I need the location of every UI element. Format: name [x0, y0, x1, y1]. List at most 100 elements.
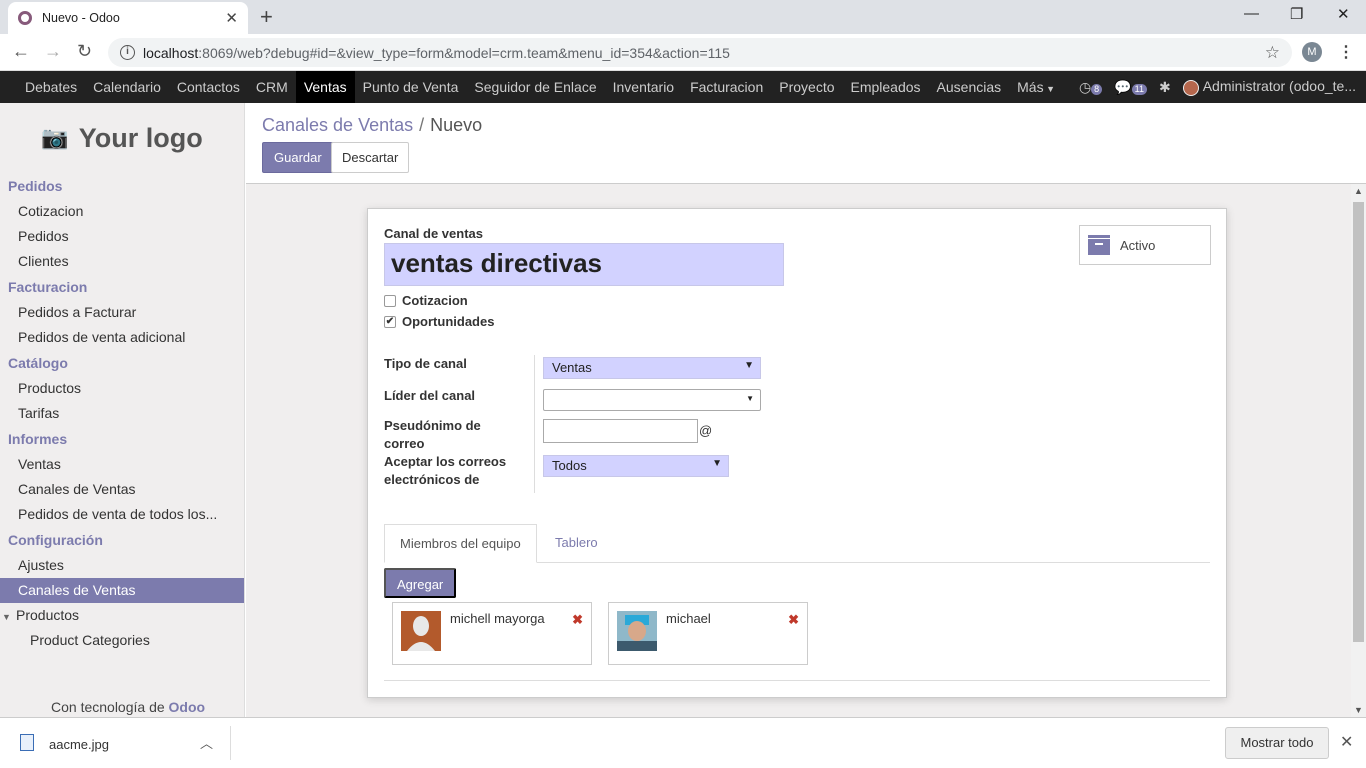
tab-tablero[interactable]: Tablero: [540, 524, 613, 563]
scroll-up-icon[interactable]: ▲: [1354, 186, 1363, 196]
oportunidades-checkbox[interactable]: ✔: [384, 315, 396, 328]
member-card[interactable]: michael ✖: [608, 602, 808, 665]
odoo-link[interactable]: Odoo: [169, 699, 206, 715]
sidebar-header-facturacion: Facturacion: [8, 279, 88, 295]
sidebar-item-informe-ventas[interactable]: Ventas: [0, 452, 244, 477]
browser-menu-icon[interactable]: ⋮: [1338, 42, 1354, 62]
bookmark-star-icon[interactable]: ☆: [1265, 43, 1280, 63]
sidebar-item-label: Productos: [16, 607, 80, 623]
window-close-icon[interactable]: ✕: [1337, 5, 1350, 23]
sidebar-item-informe-pedidos-todos[interactable]: Pedidos de venta de todos los...: [0, 502, 244, 527]
sidebar-item-ajustes[interactable]: Ajustes: [0, 553, 244, 578]
minimize-icon[interactable]: —: [1244, 5, 1259, 22]
sales-channel-name-input[interactable]: ventas directivas: [384, 243, 784, 286]
activity-badge: 8: [1091, 83, 1103, 95]
back-arrow-icon[interactable]: ←: [12, 41, 30, 62]
messages-indicator[interactable]: 💬 11: [1114, 79, 1147, 96]
new-tab-icon[interactable]: +: [260, 4, 273, 30]
active-toggle-button[interactable]: Activo: [1079, 225, 1211, 265]
lider-canal-label: Líder del canal: [384, 388, 476, 403]
aceptar-correos-select[interactable]: Todos ▼: [543, 455, 729, 477]
download-filename[interactable]: aacme.jpg: [49, 737, 109, 752]
close-icon[interactable]: ✕: [1340, 732, 1353, 752]
member-name: michell mayorga: [450, 611, 545, 626]
logo-text: Your logo: [78, 122, 203, 153]
menu-ausencias[interactable]: Ausencias: [929, 71, 1010, 103]
powered-by: Con tecnología de Odoo: [51, 699, 205, 715]
remove-member-icon[interactable]: ✖: [572, 612, 583, 628]
field-separator: [534, 355, 535, 493]
caret-down-icon: ▼: [2, 612, 11, 622]
aceptar-correos-label: Aceptar los correos electrónicos de: [384, 454, 507, 487]
menu-facturacion[interactable]: Facturacion: [682, 71, 771, 103]
sidebar-item-pedidos[interactable]: Pedidos: [0, 224, 244, 249]
close-tab-icon[interactable]: ✕: [225, 9, 238, 27]
remove-member-icon[interactable]: ✖: [788, 612, 799, 628]
messages-badge: 11: [1131, 83, 1147, 95]
cotizacion-checkbox[interactable]: [384, 294, 396, 307]
menu-proyecto[interactable]: Proyecto: [771, 71, 842, 103]
odoo-favicon-icon: [18, 11, 32, 25]
menu-seguidor-de-enlace[interactable]: Seguidor de Enlace: [466, 71, 604, 103]
page-scrollbar[interactable]: ▲ ▼: [1351, 184, 1366, 717]
lider-canal-select[interactable]: ▼: [543, 389, 761, 411]
scroll-thumb[interactable]: [1353, 202, 1364, 642]
save-button[interactable]: Guardar: [262, 142, 334, 173]
breadcrumb-separator: /: [419, 115, 425, 135]
member-avatar: [401, 611, 441, 651]
discard-button[interactable]: Descartar: [331, 142, 410, 173]
forward-arrow-icon[interactable]: →: [44, 41, 62, 62]
sidebar-header-catalogo: Catálogo: [8, 355, 68, 371]
divider: [384, 680, 1210, 681]
sidebar-item-pedidos-a-facturar[interactable]: Pedidos a Facturar: [0, 300, 244, 325]
clock-icon: ◷: [1078, 78, 1092, 95]
sidebar-item-productos[interactable]: Productos: [0, 376, 244, 401]
show-all-button[interactable]: Mostrar todo: [1225, 727, 1329, 759]
sidebar-item-cotizacion[interactable]: Cotizacion: [0, 199, 244, 224]
sidebar-item-informe-canales[interactable]: Canales de Ventas: [0, 477, 244, 502]
url-host: localhost: [143, 44, 199, 61]
add-member-button[interactable]: Agregar: [384, 568, 457, 598]
chevron-up-icon[interactable]: ︿: [200, 733, 213, 752]
browser-tab-strip: Nuevo - Odoo ✕ + — ❐ ✕: [0, 0, 1366, 34]
sidebar-item-product-categories[interactable]: Product Categories: [0, 628, 244, 653]
address-bar-row: ← → ↻ i localhost:8069/web?debug#id=&vie…: [0, 34, 1366, 71]
breadcrumb-canales-link[interactable]: Canales de Ventas: [262, 115, 413, 135]
user-menu[interactable]: Administrator (odoo_te...: [1182, 78, 1356, 96]
url-field[interactable]: i localhost:8069/web?debug#id=&view_type…: [108, 38, 1292, 67]
tipo-canal-select[interactable]: Ventas ▼: [543, 357, 761, 379]
reload-icon[interactable]: ↻: [77, 41, 92, 62]
menu-inventario[interactable]: Inventario: [605, 71, 682, 103]
sidebar-item-canales-de-ventas[interactable]: Canales de Ventas: [0, 578, 244, 603]
profile-avatar[interactable]: M: [1302, 42, 1322, 62]
tab-miembros[interactable]: Miembros del equipo: [384, 524, 537, 563]
restore-icon[interactable]: ❐: [1290, 5, 1303, 23]
sidebar-item-tarifas[interactable]: Tarifas: [0, 401, 244, 426]
powered-by-text: Con tecnología de: [51, 699, 165, 715]
alias-domain: @: [699, 423, 713, 438]
debug-bug-icon[interactable]: ✱: [1159, 79, 1171, 96]
form-view-background: Activo Canal de ventas ventas directivas…: [246, 184, 1351, 717]
cotizacion-checkbox-row[interactable]: Cotizacion: [384, 293, 468, 308]
info-icon[interactable]: i: [120, 45, 135, 60]
alias-input[interactable]: [543, 419, 698, 443]
menu-contactos[interactable]: Contactos: [169, 71, 248, 103]
sidebar-item-clientes[interactable]: Clientes: [0, 249, 244, 274]
sidebar-item-pedidos-venta-adicional[interactable]: Pedidos de venta adicional: [0, 325, 244, 350]
member-card[interactable]: michell mayorga ✖: [392, 602, 592, 665]
menu-empleados[interactable]: Empleados: [843, 71, 929, 103]
menu-ventas[interactable]: Ventas: [295, 71, 355, 103]
scroll-down-icon[interactable]: ▼: [1354, 705, 1363, 715]
tipo-canal-value: Ventas: [552, 360, 592, 375]
control-panel: Canales de Ventas / Nuevo Guardar Descarta…: [246, 103, 1366, 184]
menu-mas[interactable]: Más ▼: [1009, 71, 1063, 103]
menu-debates[interactable]: Debates: [0, 71, 85, 103]
menu-punto-de-venta[interactable]: Punto de Venta: [355, 71, 467, 103]
sidebar-item-config-productos[interactable]: ▼ Productos: [0, 603, 244, 628]
browser-tab[interactable]: Nuevo - Odoo ✕: [8, 2, 248, 34]
menu-crm[interactable]: CRM: [248, 71, 296, 103]
name-field-label: Canal de ventas: [384, 226, 483, 241]
activity-indicator[interactable]: ◷ 8: [1078, 78, 1103, 96]
menu-calendario[interactable]: Calendario: [85, 71, 169, 103]
oportunidades-checkbox-row[interactable]: ✔ Oportunidades: [384, 314, 494, 329]
